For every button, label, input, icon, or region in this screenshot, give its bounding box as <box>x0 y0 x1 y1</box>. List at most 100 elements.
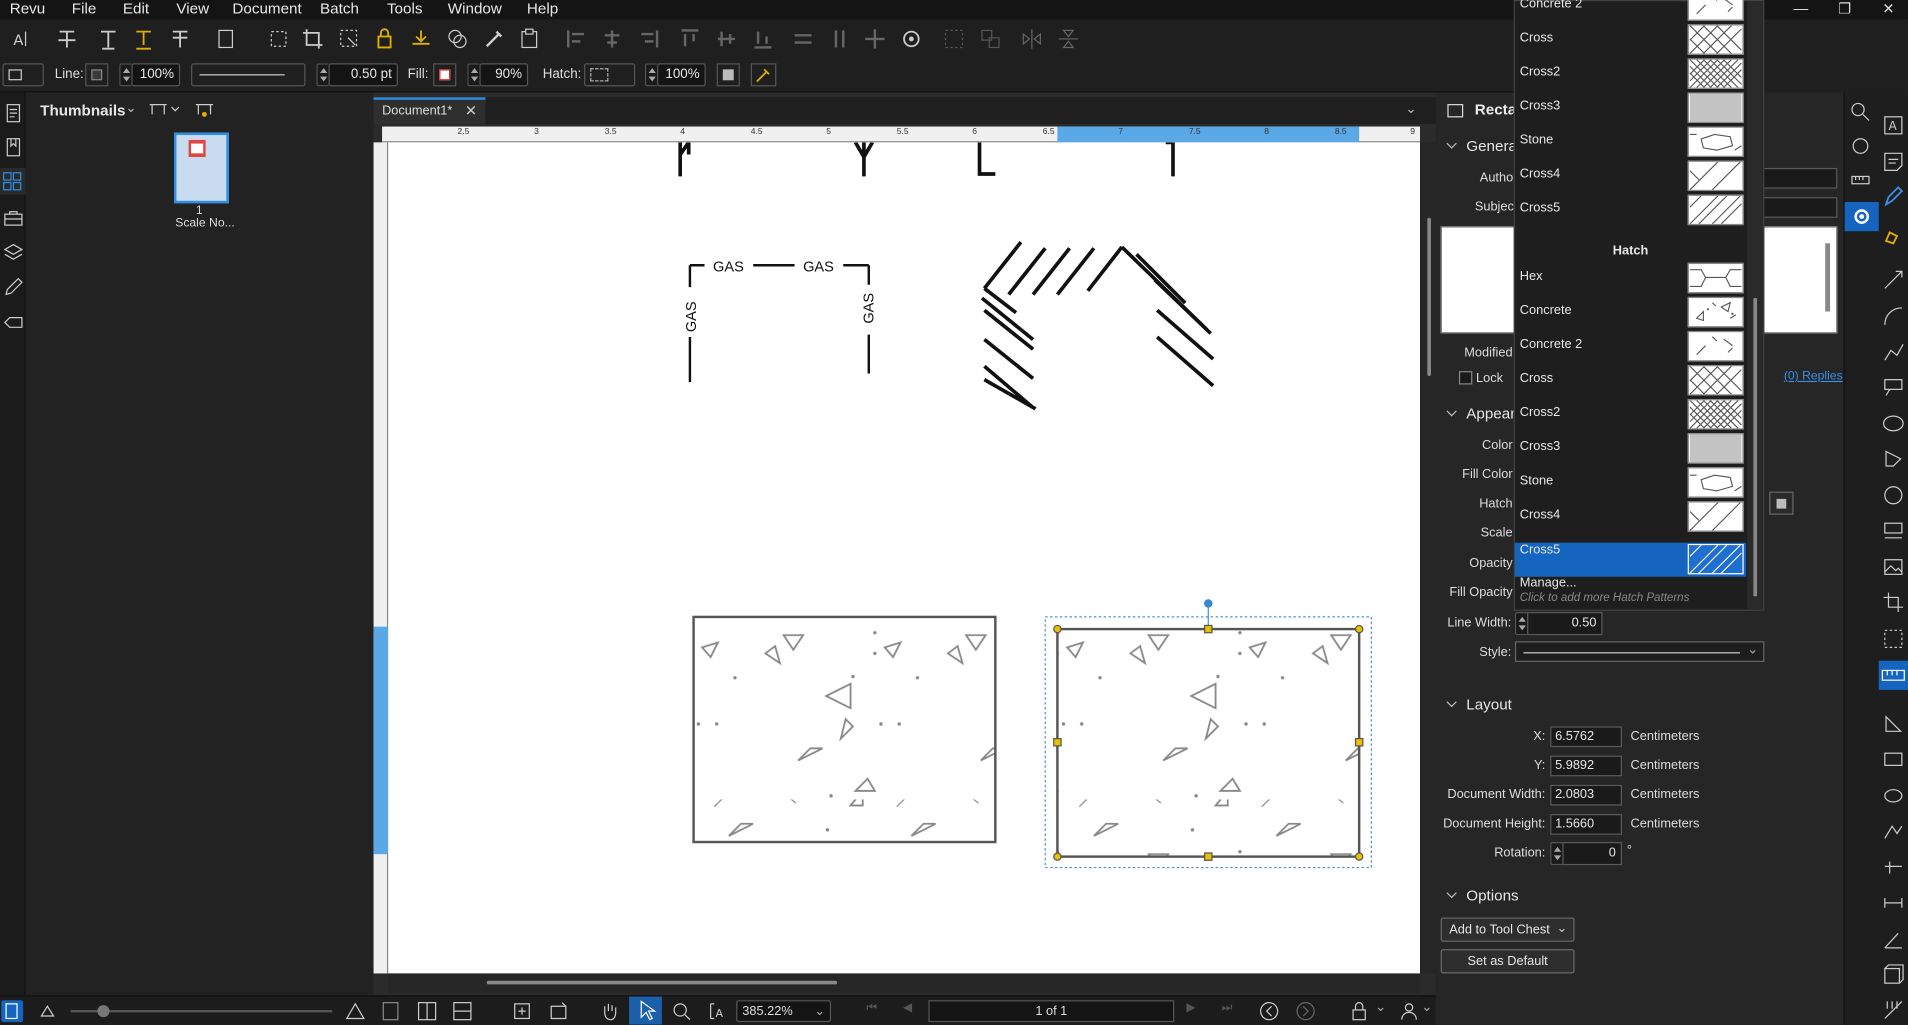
format-painter-icon[interactable] <box>481 26 508 53</box>
hatch-option-concrete-2[interactable]: Concrete 2 <box>1515 0 1746 23</box>
thumbnail-size-icon[interactable] <box>147 100 181 119</box>
hatch-color-button[interactable] <box>1769 491 1794 515</box>
thumbnails-menu-chevron-icon[interactable]: ⌄ <box>125 100 136 116</box>
move-icon[interactable] <box>861 26 888 53</box>
search-icon[interactable] <box>1850 101 1872 123</box>
arc-tool-icon[interactable] <box>1880 303 1907 330</box>
polylength-tool-icon[interactable] <box>1880 818 1907 845</box>
user-icon[interactable] <box>1398 1000 1420 1022</box>
thumbnail-size-slider[interactable] <box>70 1005 333 1018</box>
distribute-horizontal-icon[interactable] <box>790 26 817 53</box>
menu-help[interactable]: Help <box>527 0 558 19</box>
lock-dropdown-chevron-icon[interactable]: ⌄ <box>1375 999 1386 1015</box>
line-color-swatch[interactable] <box>85 63 109 87</box>
layout-section-header[interactable]: Layout <box>1446 696 1512 713</box>
hatch-opacity-spinner[interactable] <box>644 63 658 87</box>
text-box-icon[interactable]: A <box>1880 112 1907 139</box>
length-tool-icon[interactable] <box>1880 711 1907 738</box>
hatch-option-cross5[interactable]: Cross5 <box>1515 193 1746 227</box>
minimize-icon[interactable]: — <box>1779 0 1823 19</box>
vertical-scrollbar[interactable] <box>1420 142 1436 974</box>
hatch-list-scroll-thumb[interactable] <box>1753 298 1758 597</box>
comment-scroll-thumb[interactable] <box>1825 243 1831 312</box>
typewriter-icon[interactable] <box>95 26 122 53</box>
line-style-select[interactable]: ⌄ <box>1514 641 1765 662</box>
hatch-option-cross3-b[interactable]: Cross3 <box>1515 432 1746 466</box>
resize-handle[interactable] <box>1204 852 1213 861</box>
horizontal-scrollbar[interactable] <box>388 973 1421 993</box>
align-middle-icon[interactable] <box>713 26 740 53</box>
previous-page-icon[interactable]: ◀ <box>903 1001 912 1014</box>
slider-knob[interactable] <box>97 1005 110 1018</box>
menu-batch[interactable]: Batch <box>320 0 359 19</box>
crop-region-icon[interactable] <box>265 26 292 53</box>
toolbox-icon[interactable] <box>2 207 24 229</box>
area-select-tool-icon[interactable] <box>1880 625 1907 652</box>
user-dropdown-chevron-icon[interactable]: ⌄ <box>1421 999 1432 1015</box>
perimeter-tool-icon[interactable] <box>1880 746 1907 773</box>
markups-list-icon[interactable] <box>2 276 24 298</box>
resize-handle[interactable] <box>1204 624 1213 634</box>
manage-hatch-link[interactable]: Manage... <box>1520 576 1577 591</box>
fill-opacity-spinner[interactable] <box>467 63 480 87</box>
line-width-spinner[interactable] <box>316 63 329 87</box>
lock-checkbox[interactable] <box>1458 371 1473 385</box>
rotation-field[interactable]: 0 <box>1562 842 1622 866</box>
crop-icon[interactable] <box>299 26 326 53</box>
next-view-icon[interactable] <box>1295 1000 1317 1022</box>
pan-hand-icon[interactable] <box>599 1000 621 1022</box>
select-tool-button[interactable] <box>629 996 662 1025</box>
single-page-icon[interactable] <box>380 1000 402 1022</box>
horizontal-scroll-thumb[interactable] <box>486 980 838 985</box>
hatch-option-concrete[interactable]: Concrete <box>1515 296 1746 330</box>
flatten-icon[interactable] <box>408 26 435 53</box>
document-height-field[interactable]: 1.5660 <box>1550 814 1622 835</box>
strikethrough-icon[interactable] <box>167 26 194 53</box>
sync-pages-icon[interactable] <box>511 1000 533 1022</box>
line-style-dropdown[interactable] <box>191 63 306 87</box>
count-tool-icon[interactable] <box>1880 854 1907 881</box>
rotation-handle[interactable] <box>1204 599 1213 608</box>
underline-text-icon[interactable] <box>130 26 157 53</box>
zoom-level-input[interactable]: 385.22% ⌄ <box>736 1000 832 1023</box>
fill-color-swatch[interactable] <box>433 63 457 87</box>
next-page-icon[interactable]: ▶ <box>1186 1001 1195 1014</box>
layers-icon[interactable] <box>444 26 471 53</box>
close-tab-icon[interactable]: ✕ <box>465 100 477 122</box>
shape-style-dropdown[interactable] <box>2 63 44 87</box>
measure-tool-button[interactable] <box>1878 660 1908 690</box>
hatch-option-cross2[interactable]: Cross2 <box>1515 57 1746 91</box>
line-tool-icon[interactable] <box>1880 266 1907 293</box>
callout-tool-icon[interactable] <box>1880 374 1907 401</box>
stamp-tool-icon[interactable] <box>1880 517 1907 544</box>
menu-tools[interactable]: Tools <box>387 0 423 19</box>
last-page-icon[interactable]: ⏭ <box>1222 1001 1233 1014</box>
text-format-icon[interactable]: A <box>10 26 37 53</box>
distribute-vertical-icon[interactable] <box>826 26 853 53</box>
menu-window[interactable]: Window <box>448 0 502 19</box>
rotation-spinner[interactable] <box>1550 842 1563 866</box>
hatch-option-stone[interactable]: Stone <box>1515 125 1746 159</box>
properties-painter-button[interactable] <box>750 63 777 87</box>
align-top-icon[interactable] <box>677 26 704 53</box>
hatch-option-cross2-b[interactable]: Cross2 <box>1515 398 1746 432</box>
menu-revu[interactable]: Revu <box>10 0 46 19</box>
hatch-option-cross[interactable]: Cross <box>1515 23 1746 57</box>
vertical-scroll-thumb[interactable] <box>1427 217 1431 376</box>
dimension-tool-icon[interactable] <box>1880 889 1907 916</box>
pen-icon[interactable] <box>1880 184 1907 211</box>
hatch-option-cross-b[interactable]: Cross <box>1515 364 1746 398</box>
hatch-option-cross5-selected[interactable]: Cross5 <box>1514 542 1747 577</box>
circle-tool-icon[interactable] <box>1880 482 1907 509</box>
hatch-pattern-list[interactable]: Concrete 2 Cross Cross2 Cross3 Stone Cro… <box>1513 0 1765 611</box>
set-as-default-button[interactable]: Set as Default <box>1440 949 1575 974</box>
menu-document[interactable]: Document <box>232 0 301 19</box>
document-tab[interactable]: Document1* ✕ <box>373 97 486 125</box>
hatch-color-swatch[interactable] <box>716 63 740 87</box>
tab-list-chevron-icon[interactable]: ⌄ <box>1405 101 1416 117</box>
resize-handle[interactable] <box>1354 624 1364 634</box>
image-tool-icon[interactable] <box>1880 554 1907 581</box>
resize-handle[interactable] <box>1354 737 1364 747</box>
resize-handle[interactable] <box>1053 624 1062 634</box>
center-target-icon[interactable] <box>898 26 925 53</box>
